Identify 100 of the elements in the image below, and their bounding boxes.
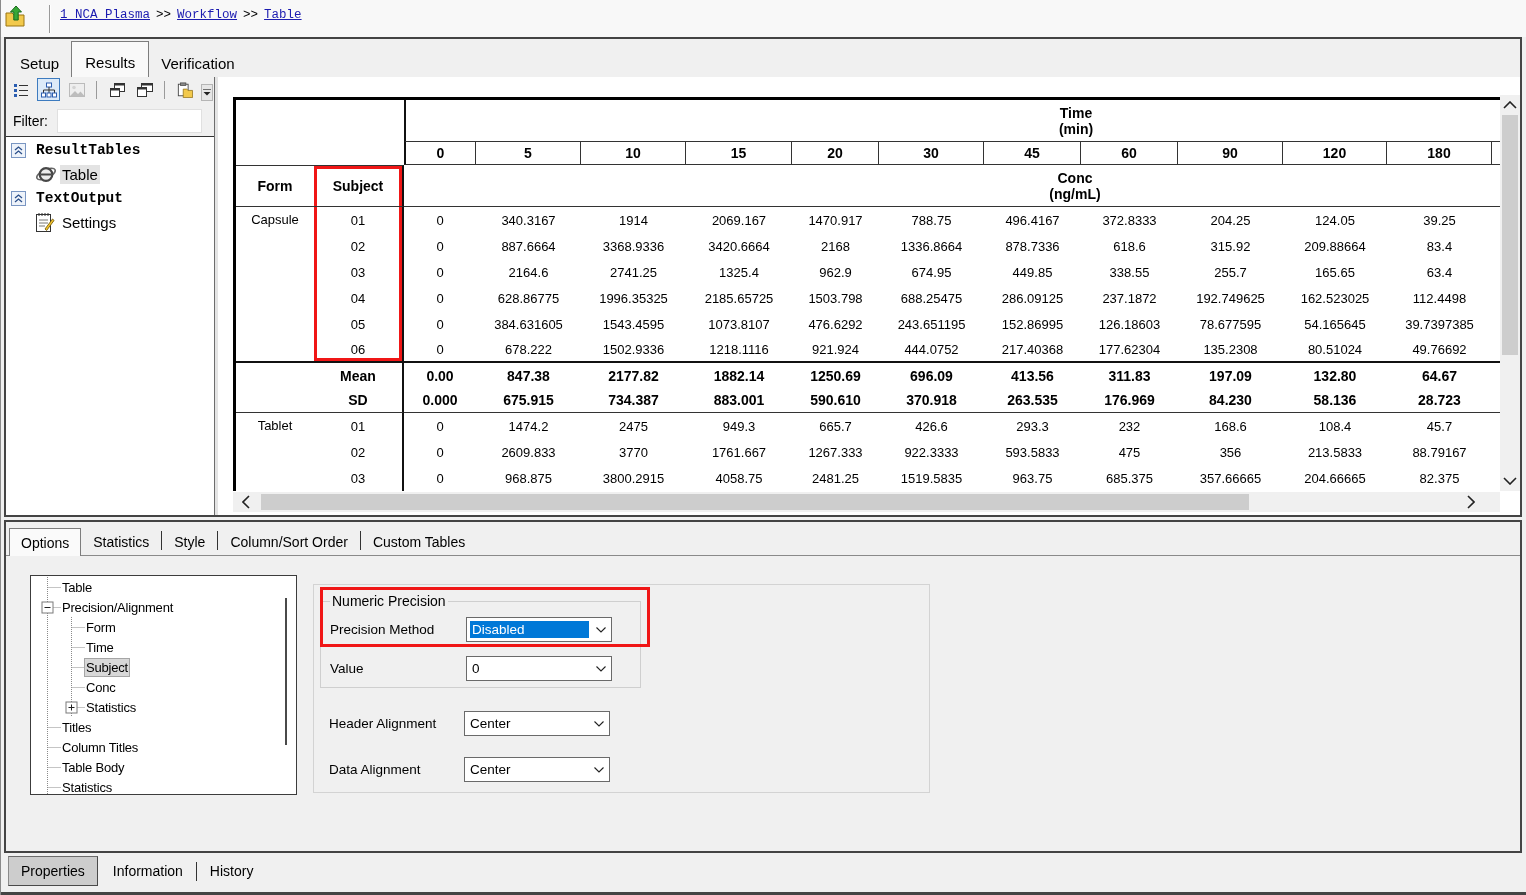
scrollbar-thumb[interactable] bbox=[261, 494, 1249, 510]
table-cell-text: 82.375 bbox=[1418, 469, 1461, 488]
breadcrumb-separator: >> bbox=[156, 7, 172, 22]
breadcrumb-link[interactable]: 1 NCA Plasma bbox=[60, 7, 150, 22]
field-label: Value bbox=[330, 661, 365, 676]
table-cell-text: 2164.6 bbox=[507, 263, 550, 282]
tab[interactable]: History bbox=[196, 856, 267, 886]
folder-up-icon[interactable] bbox=[5, 4, 25, 27]
table-cell-text: 0.00 bbox=[425, 366, 455, 386]
dropdown[interactable]: 0 bbox=[466, 656, 612, 681]
collapse-icon[interactable] bbox=[11, 142, 26, 158]
table-cell: 49.76692 bbox=[1387, 337, 1492, 363]
table-cell-text: 1474.2 bbox=[507, 417, 550, 436]
scrollbar-thumb[interactable] bbox=[1502, 115, 1518, 355]
table-cell-text: 3420.6664 bbox=[707, 237, 771, 256]
tree-item[interactable]: Subject bbox=[85, 658, 129, 676]
tree-item[interactable]: Time bbox=[85, 638, 115, 656]
table-cell: 1502.9336 bbox=[581, 337, 686, 363]
table-cell-text: 83.4 bbox=[1425, 237, 1454, 256]
tab[interactable]: Style bbox=[162, 528, 218, 555]
chevron-down-icon bbox=[594, 766, 604, 773]
tree-item[interactable]: Statistics bbox=[85, 698, 137, 716]
table-cell-text: 197.09 bbox=[1208, 366, 1253, 386]
expand-icon[interactable] bbox=[65, 701, 78, 714]
tree-item[interactable]: Column Titles bbox=[61, 738, 140, 756]
chevron-right-icon[interactable] bbox=[1467, 495, 1475, 509]
tab[interactable]: Information bbox=[99, 856, 196, 886]
chevron-left-icon[interactable] bbox=[242, 495, 250, 509]
tree-lines bbox=[47, 637, 85, 657]
breadcrumb-link[interactable]: Workflow bbox=[177, 7, 238, 22]
table-cell-text: 152.86995 bbox=[1000, 315, 1065, 334]
row-label: SD bbox=[314, 388, 404, 413]
table-cell-text: 968.875 bbox=[504, 469, 553, 488]
tree-item[interactable]: Form bbox=[85, 618, 117, 636]
collapse-icon[interactable] bbox=[41, 601, 54, 614]
table-cell-text: 2609.833 bbox=[500, 443, 557, 462]
tab[interactable]: Statistics bbox=[81, 528, 162, 555]
table-cell: 1218.1116 bbox=[686, 337, 792, 363]
table-cell-text: 45.7 bbox=[1425, 417, 1454, 436]
unit-label: (min) bbox=[1058, 120, 1094, 137]
table-cell-text: 878.7336 bbox=[1004, 237, 1061, 256]
table-cell-text: 1325.4 bbox=[718, 263, 760, 282]
table-cell-text: 696.09 bbox=[909, 366, 954, 386]
scrollbar[interactable] bbox=[1500, 95, 1520, 491]
table-cell-text: 0 bbox=[435, 237, 445, 256]
table-cell-text: 0 bbox=[435, 417, 445, 436]
field-label: Header Alignment bbox=[329, 716, 438, 731]
tab[interactable]: Options bbox=[9, 528, 82, 556]
caret-down-icon bbox=[203, 89, 212, 96]
tree-group-label[interactable]: TextOutput bbox=[36, 190, 123, 206]
tree-item[interactable]: Statistics bbox=[61, 778, 113, 794]
table-cell: 03 bbox=[314, 259, 404, 285]
tree-item[interactable]: Precision/Alignment bbox=[61, 598, 175, 616]
chevron-up-icon[interactable] bbox=[1503, 101, 1517, 109]
tree-lines bbox=[47, 577, 61, 597]
table-cell: 02 bbox=[314, 233, 404, 259]
chevron-down-icon bbox=[596, 626, 606, 633]
filter-field[interactable] bbox=[57, 109, 202, 133]
tab[interactable]: Column/Sort Order bbox=[218, 528, 360, 555]
tab[interactable]: Verification bbox=[149, 48, 247, 77]
column-header: 90 bbox=[1178, 141, 1283, 165]
tree-item[interactable]: Table bbox=[61, 578, 94, 596]
collapse-icon[interactable] bbox=[11, 190, 26, 206]
windows-icon bbox=[108, 81, 125, 98]
tree-group-label[interactable]: ResultTables bbox=[36, 142, 141, 158]
toolbar-button[interactable] bbox=[37, 78, 61, 101]
toolbar-overflow-button[interactable] bbox=[201, 84, 213, 101]
tab[interactable]: Setup bbox=[8, 48, 72, 77]
table-cell: 01 bbox=[314, 413, 404, 439]
tree-item[interactable]: Settings bbox=[60, 212, 119, 232]
tree-item[interactable]: Table Body bbox=[61, 758, 126, 776]
table-cell-text: 0 bbox=[435, 289, 445, 308]
tab[interactable]: Properties bbox=[8, 856, 98, 886]
table-cell-text: 311.83 bbox=[1107, 366, 1152, 386]
table-cell-text: 39.25 bbox=[1422, 211, 1457, 230]
tab[interactable]: Custom Tables bbox=[360, 528, 478, 555]
column-group-header: Conc bbox=[1057, 169, 1093, 186]
column-header: 5 bbox=[476, 141, 581, 165]
table-cell-text: 204.66665 bbox=[1303, 469, 1367, 488]
dropdown[interactable]: Disabled bbox=[466, 617, 612, 642]
scrollbar-thumb[interactable] bbox=[285, 598, 287, 745]
table-cell: 0.000 bbox=[404, 388, 476, 413]
dropdown[interactable]: Center bbox=[464, 711, 610, 736]
tree-item[interactable]: Conc bbox=[85, 678, 117, 696]
scrollbar[interactable] bbox=[233, 492, 1500, 512]
table-cell-text: 243.651195 bbox=[896, 315, 967, 334]
table-cell-text: 165.65 bbox=[1314, 263, 1356, 282]
table-cell: 177.62304 bbox=[1081, 337, 1178, 363]
table-cell: 80.51024 bbox=[1283, 337, 1387, 363]
column-header: 120 bbox=[1283, 141, 1387, 165]
table-cell: 06 bbox=[314, 337, 404, 363]
notepad-icon bbox=[35, 211, 55, 233]
column-header: 30 bbox=[879, 141, 984, 165]
tree-item[interactable]: Titles bbox=[61, 718, 93, 736]
dropdown[interactable]: Center bbox=[464, 757, 610, 782]
tree-item[interactable]: Table bbox=[60, 164, 100, 184]
breadcrumb-link[interactable]: Table bbox=[264, 7, 302, 22]
chevron-down-icon[interactable] bbox=[1503, 477, 1517, 485]
tab[interactable]: Results bbox=[71, 41, 150, 77]
table-cell-text: 293.3 bbox=[1015, 417, 1050, 436]
